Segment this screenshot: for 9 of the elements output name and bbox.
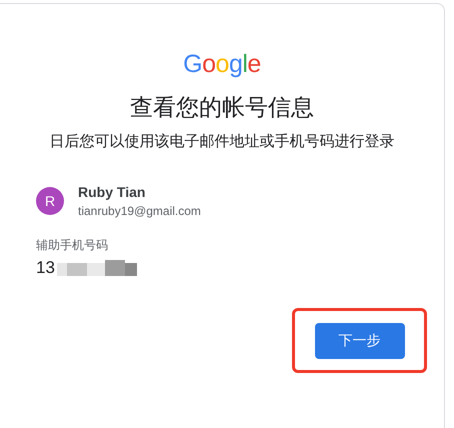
next-button[interactable]: 下一步	[314, 322, 404, 358]
google-logo: Google	[183, 50, 261, 78]
account-email: tianruby19@gmail.com	[78, 203, 201, 220]
page-subtitle: 日后您可以使用该电子邮件地址或手机号码进行登录	[48, 132, 396, 152]
avatar: R	[36, 187, 64, 215]
page-title: 查看您的帐号信息	[130, 93, 314, 122]
phone-number: 13	[36, 257, 55, 279]
phone-label: 辅助手机号码	[36, 237, 109, 254]
account-name: Ruby Tian	[78, 183, 146, 202]
